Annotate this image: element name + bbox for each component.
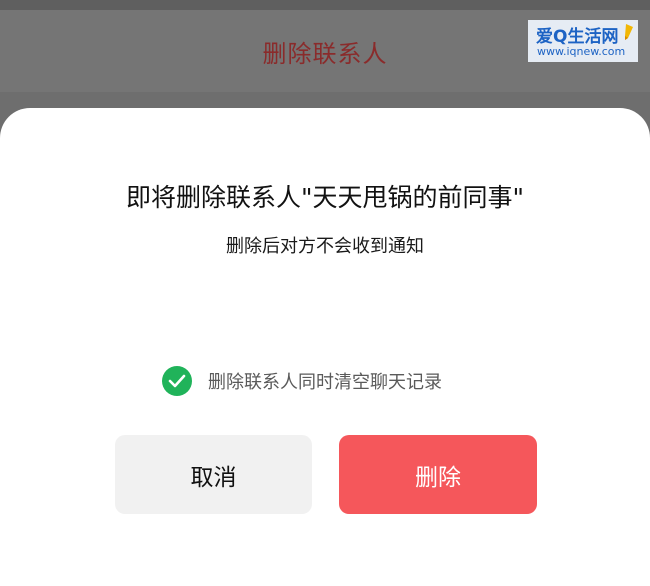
watermark-name: 爱Q生活网 (536, 27, 619, 47)
checkbox-label: 删除联系人同时清空聊天记录 (208, 372, 442, 393)
check-circle-icon[interactable] (162, 366, 192, 396)
cancel-button[interactable]: 取消 (115, 435, 312, 514)
clear-chat-checkbox[interactable]: 删除联系人同时清空聊天记录 (162, 365, 442, 397)
delete-contact-dialog: 即将删除联系人"天天甩锅的前同事" 删除后对方不会收到通知 删除联系人同时清空聊… (0, 108, 650, 586)
dialog-subtitle: 删除后对方不会收到通知 (226, 236, 424, 257)
watermark-url: www.iqnew.com (537, 45, 626, 58)
delete-button[interactable]: 删除 (339, 435, 537, 514)
watermark-logo: 爱Q生活网 www.iqnew.com (528, 20, 638, 62)
pencil-icon (625, 24, 633, 40)
dialog-title: 即将删除联系人"天天甩锅的前同事" (126, 183, 524, 212)
status-strip (0, 0, 650, 10)
